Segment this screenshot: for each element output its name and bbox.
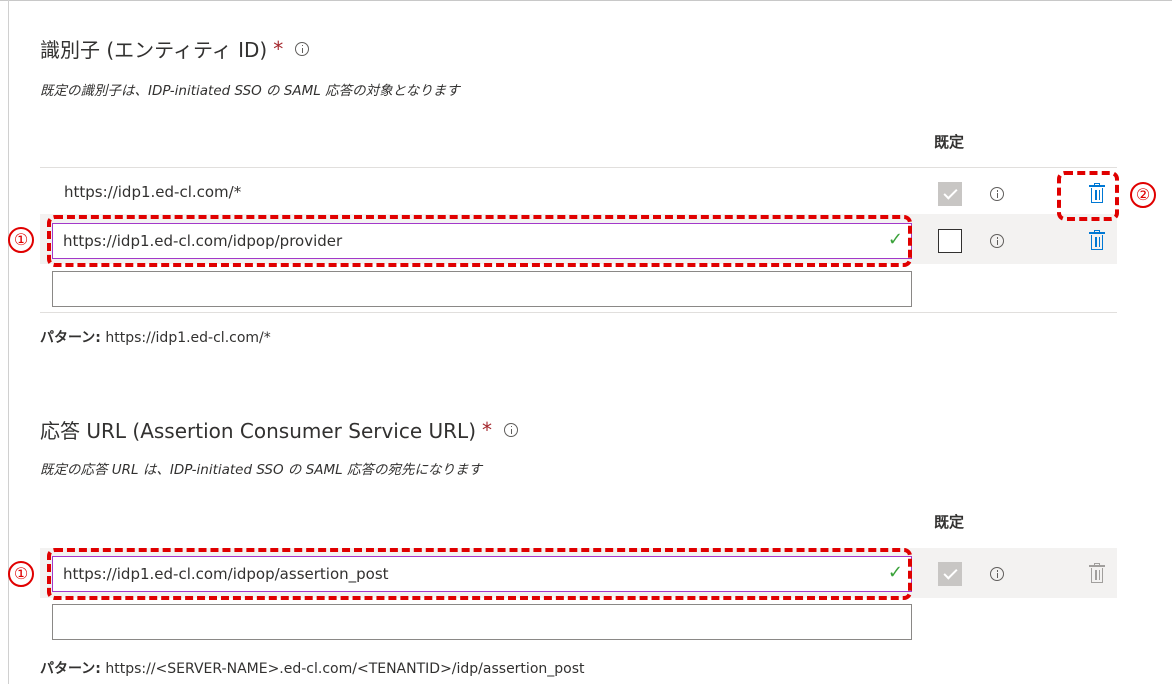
info-icon[interactable]: [990, 187, 1004, 201]
reply-url-description: 既定の応答 URL は、IDP-initiated SSO の SAML 応答の…: [40, 462, 482, 478]
annotation-badge-1: ①: [8, 561, 34, 587]
info-icon[interactable]: [504, 422, 519, 437]
reply-url-row-1-default-checkbox[interactable]: [938, 562, 962, 586]
pattern-value: https://<SERVER-NAME>.ed-cl.com/<TENANTI…: [100, 661, 585, 677]
reply-url-title: 応答 URL (Assertion Consumer Service URL) …: [40, 415, 519, 444]
identifier-pattern: パターン: https://idp1.ed-cl.com/*: [40, 327, 271, 347]
pattern-label: パターン:: [40, 661, 101, 677]
identifier-row-1-value: https://idp1.ed-cl.com/*: [64, 183, 242, 201]
annotation-badge-1: ①: [8, 227, 34, 253]
identifier-row-2-default-checkbox[interactable]: [938, 229, 962, 253]
info-icon[interactable]: [990, 234, 1004, 248]
annotation-badge-2: ②: [1130, 182, 1156, 208]
frame-left-border: [8, 0, 9, 684]
info-icon[interactable]: [295, 41, 310, 56]
identifier-default-header: 既定: [934, 133, 965, 151]
annotation-box-identifier-input: [47, 215, 912, 267]
identifier-row-1-default-checkbox[interactable]: [938, 182, 962, 206]
divider: [40, 312, 1117, 313]
frame-top-border: [0, 0, 1172, 1]
required-mark: *: [273, 36, 284, 61]
identifier-row-2-trash-icon[interactable]: [1089, 230, 1105, 250]
pattern-label: パターン:: [40, 330, 101, 346]
required-mark: *: [482, 417, 493, 442]
info-icon[interactable]: [990, 567, 1004, 581]
reply-url-title-text: 応答 URL (Assertion Consumer Service URL): [40, 419, 477, 443]
annotation-box-reply-input: [47, 548, 912, 600]
annotation-box-trash: [1057, 171, 1119, 221]
reply-url-default-header: 既定: [934, 513, 965, 531]
reply-url-new-input[interactable]: [52, 604, 912, 640]
identifier-description: 既定の識別子は、IDP-initiated SSO の SAML 応答の対象とな…: [40, 83, 460, 99]
identifier-title: 識別子 (エンティティ ID) *: [40, 34, 310, 63]
identifier-new-input[interactable]: [52, 271, 912, 307]
reply-url-row-1-trash-icon: [1089, 563, 1105, 583]
divider: [40, 167, 1117, 168]
identifier-title-text: 識別子 (エンティティ ID): [40, 38, 268, 62]
reply-url-pattern: パターン: https://<SERVER-NAME>.ed-cl.com/<T…: [40, 658, 585, 678]
pattern-value: https://idp1.ed-cl.com/*: [100, 330, 271, 346]
